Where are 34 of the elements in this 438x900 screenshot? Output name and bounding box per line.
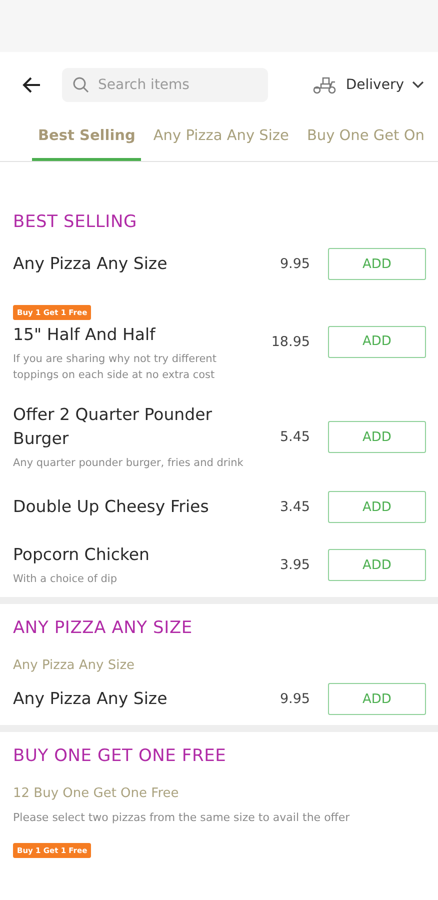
category-tab[interactable]: Any Pizza Any Size <box>147 118 295 161</box>
category-tab[interactable]: Buy One Get On <box>300 118 430 161</box>
add-button[interactable]: ADD <box>328 421 426 453</box>
item-description: Any quarter pounder burger, fries and drink <box>13 456 244 471</box>
search-field[interactable]: Search items <box>62 68 268 102</box>
item-name: Popcorn Chicken <box>13 544 151 566</box>
item-price: 3.45 <box>280 499 310 515</box>
section-note: Please select two pizzas from the same size to avail the offer <box>12 810 351 826</box>
item-price: 18.95 <box>271 334 310 350</box>
item-description: With a choice of dip <box>13 572 118 587</box>
add-button[interactable]: ADD <box>328 326 426 358</box>
add-button[interactable]: ADD <box>328 491 426 523</box>
item-name: Offer 2 Quarter Pounder Burger <box>13 404 214 450</box>
section-title: BEST SELLING <box>12 211 138 234</box>
chevron-down-icon <box>412 81 424 89</box>
scooter-icon <box>312 75 338 95</box>
item-name: 15" Half And Half <box>13 324 157 346</box>
section-title: BUY ONE GET ONE FREE <box>12 745 228 768</box>
item-name: Any Pizza Any Size <box>13 688 168 710</box>
item-price: 9.95 <box>280 691 310 707</box>
add-button[interactable]: ADD <box>328 248 426 280</box>
section-title: ANY PIZZA ANY SIZE <box>12 617 194 640</box>
add-button[interactable]: ADD <box>328 549 426 581</box>
item-name: Any Pizza Any Size <box>13 253 168 275</box>
add-button[interactable]: ADD <box>328 683 426 715</box>
section-subtitle: 12 Buy One Get One Free <box>12 785 180 801</box>
item-name: Double Up Cheesy Fries <box>13 496 210 518</box>
section-subtitle: Any Pizza Any Size <box>12 657 136 673</box>
category-tab[interactable]: Best Selling <box>32 118 142 161</box>
item-price: 9.95 <box>280 256 310 272</box>
item-description: If you are sharing why not try different toppings on each side at no extra cost <box>13 352 218 383</box>
item-price: 5.45 <box>280 429 310 445</box>
delivery-dropdown[interactable]: Delivery <box>312 75 424 95</box>
item-price: 3.95 <box>280 557 310 573</box>
